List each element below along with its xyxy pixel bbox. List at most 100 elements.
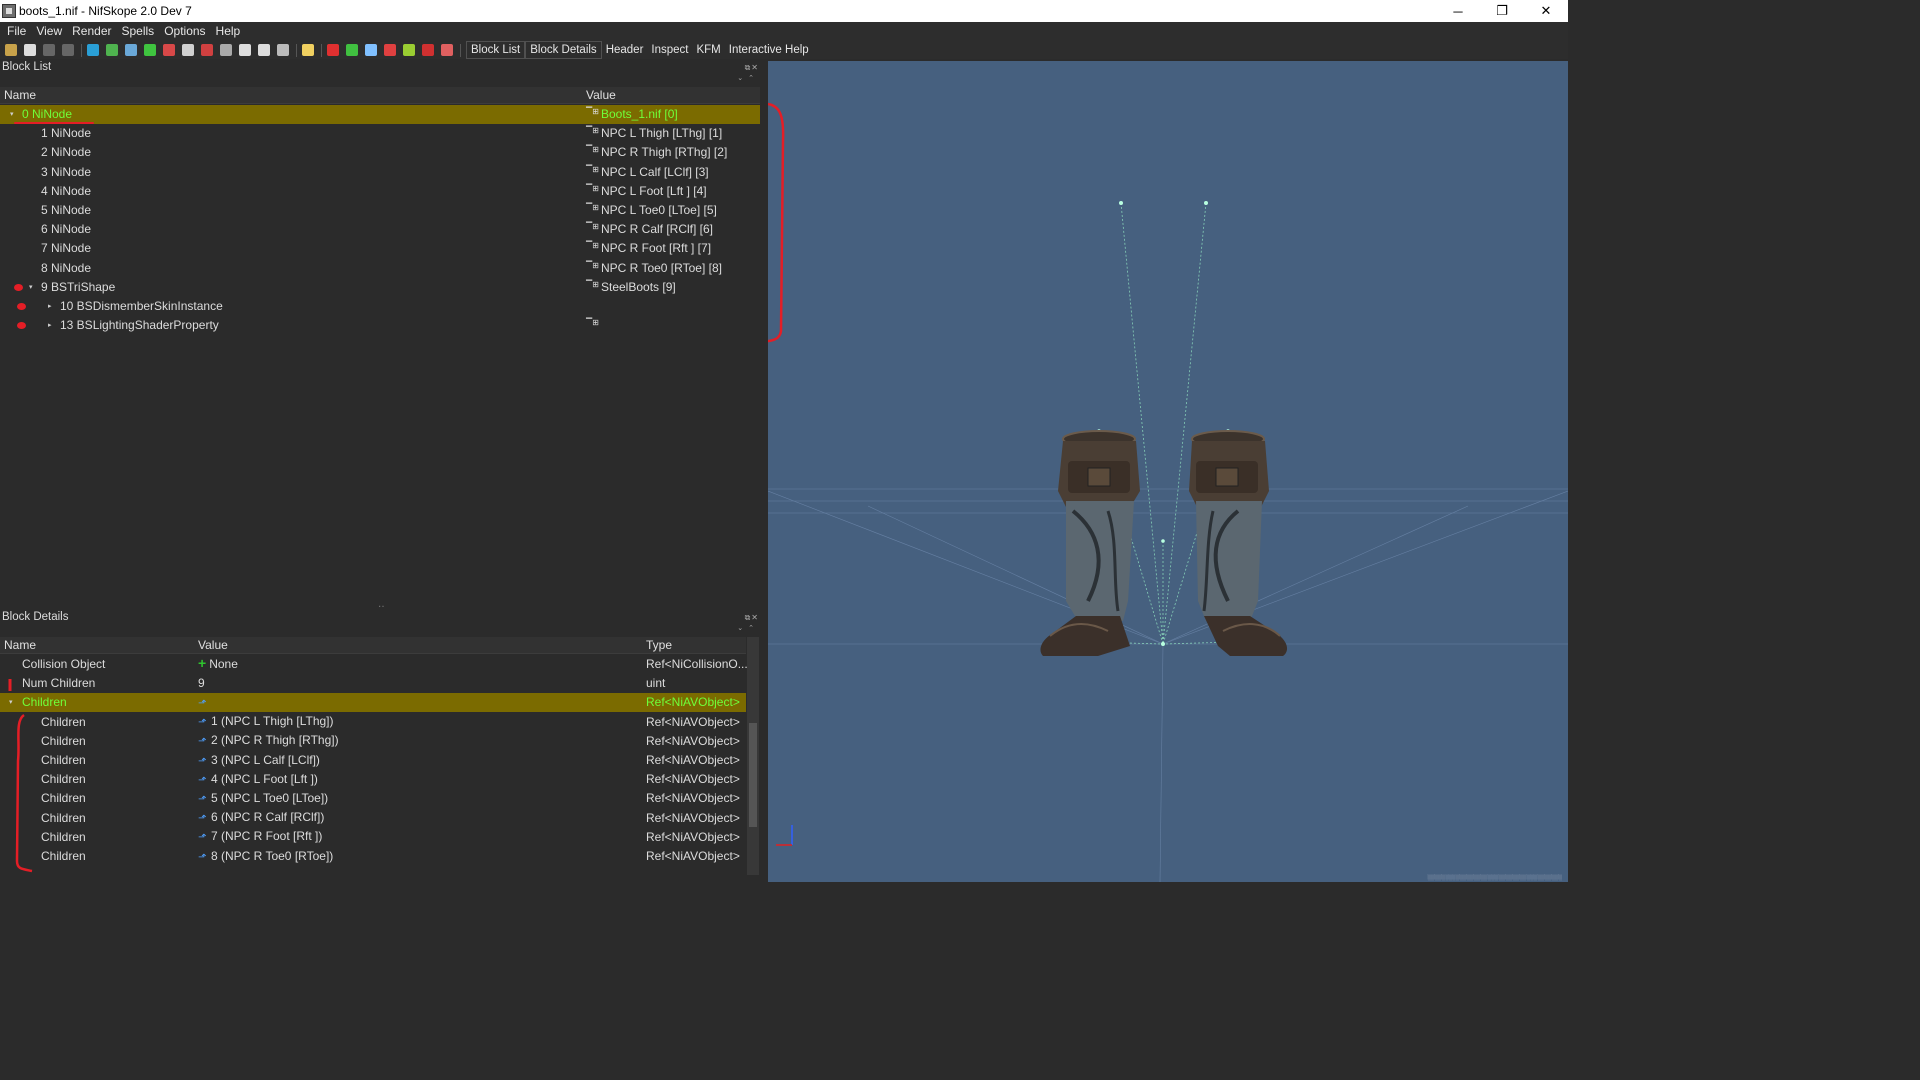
- block-list-row[interactable]: 3 NiNode ▔⊞ NPC L Calf [LClf] [3]: [0, 163, 760, 182]
- close-button[interactable]: ✕: [1524, 0, 1568, 22]
- detail-row[interactable]: Children ⬏ 4 (NPC L Foot [Lft ]) Ref<NiAVOb…: [0, 770, 746, 789]
- detail-row[interactable]: Children ⬏ 5 (NPC L Toe0 [LToe]) Ref<NiAVOb…: [0, 789, 746, 808]
- scrollbar-thumb[interactable]: [749, 723, 757, 827]
- block-list-row[interactable]: 6 NiNode ▔⊞ NPC R Calf [RClf] [6]: [0, 220, 760, 239]
- collapse-arrow-icon[interactable]: ▸: [48, 297, 52, 316]
- collapse-arrow-icon[interactable]: ▸: [48, 316, 52, 335]
- merge-icon[interactable]: [106, 44, 118, 56]
- redo-icon[interactable]: [62, 44, 74, 56]
- light-bulb-icon[interactable]: [302, 44, 314, 56]
- column-header-type[interactable]: Type: [646, 636, 672, 655]
- detail-value[interactable]: ⬏ 1 (NPC L Thigh [LThg]): [198, 712, 334, 732]
- block-list-row[interactable]: 5 NiNode ▔⊞ NPC L Toe0 [LToe] [5]: [0, 201, 760, 220]
- cube-icon[interactable]: [201, 44, 213, 56]
- block-list-row[interactable]: 7 NiNode ▔⊞ NPC R Foot [Rft ] [7]: [0, 239, 760, 258]
- detail-row[interactable]: Children ⬏ 1 (NPC L Thigh [LThg]) Ref<NiAVO…: [0, 713, 746, 732]
- open-icon[interactable]: [5, 44, 17, 56]
- block-details-scrollbar[interactable]: [747, 637, 759, 875]
- menu-render[interactable]: Render: [67, 22, 116, 41]
- panel-sort-icon[interactable]: ⌄⌃: [737, 74, 759, 82]
- detail-type: Ref<NiAVObject>: [646, 810, 740, 825]
- detail-row[interactable]: Num Children 9 uint: [0, 674, 746, 693]
- toolbar-inspect-button[interactable]: Inspect: [647, 42, 692, 58]
- eye-hidden-icon[interactable]: [258, 44, 270, 56]
- right-boot-mesh: [1189, 430, 1288, 656]
- detail-name: Children: [41, 810, 86, 825]
- column-header-name[interactable]: Name: [4, 86, 36, 105]
- detail-value[interactable]: ⬏ 2 (NPC R Thigh [RThg]): [198, 731, 339, 751]
- toolbar-header-button[interactable]: Header: [602, 42, 648, 58]
- panel-float-close-icon[interactable]: ⧉✕: [745, 63, 759, 73]
- detail-value[interactable]: ⬏ 3 (NPC L Calf [LClf]): [198, 751, 320, 771]
- undo-icon[interactable]: [43, 44, 55, 56]
- eraser-icon[interactable]: [441, 44, 453, 56]
- axes-icon[interactable]: [327, 44, 339, 56]
- block-list-row[interactable]: ▸ 10 BSDismemberSkinInstance: [0, 297, 760, 316]
- menu-file[interactable]: File: [0, 22, 31, 41]
- block-list-title: Block List: [2, 61, 52, 73]
- detail-name: Children: [41, 849, 86, 863]
- load-icon[interactable]: [87, 44, 99, 56]
- eye-icon[interactable]: [239, 44, 251, 56]
- block-list-row[interactable]: ▾ 0 NiNode ▔⊞ Boots_1.nif [0]: [0, 105, 760, 124]
- expand-arrow-icon[interactable]: ▾: [29, 278, 33, 297]
- minimize-button[interactable]: ─: [1436, 0, 1480, 22]
- detail-value[interactable]: ⬏: [198, 693, 211, 713]
- link-icon: ⬏: [198, 851, 207, 863]
- detail-row[interactable]: Children ⬏ 3 (NPC L Calf [LClf]) Ref<NiAVOb…: [0, 751, 746, 770]
- toolbar-block-details-button[interactable]: Block Details: [525, 41, 602, 59]
- add-icon[interactable]: +: [198, 656, 206, 670]
- sphere-icon[interactable]: [403, 44, 415, 56]
- block-list-row[interactable]: 8 NiNode ▔⊞ NPC R Toe0 [RToe] [8]: [0, 259, 760, 278]
- toolbar-block-list-button[interactable]: Block List: [466, 41, 526, 59]
- constraint-icon[interactable]: [384, 44, 396, 56]
- detail-value[interactable]: ⬏ 4 (NPC L Foot [Lft ]): [198, 770, 318, 790]
- menu-options[interactable]: Options: [159, 22, 210, 41]
- save-icon[interactable]: [24, 44, 36, 56]
- detail-row[interactable]: ▾ Children ⬏ Ref<NiAVObject>: [0, 693, 746, 713]
- detail-value[interactable]: ⬏ 5 (NPC L Toe0 [LToe]): [198, 789, 328, 809]
- menu-help[interactable]: Help: [211, 22, 246, 41]
- texture-icon[interactable]: [277, 44, 289, 56]
- splitter-handle[interactable]: ‥: [378, 599, 385, 610]
- restore-button[interactable]: ❐: [1480, 0, 1524, 22]
- toolbar-interactive-help-button[interactable]: Interactive Help: [725, 42, 813, 58]
- detail-value[interactable]: ⬏ 6 (NPC R Calf [RClf]): [198, 808, 324, 828]
- select-icon[interactable]: [182, 44, 194, 56]
- block-list-row[interactable]: ▸ 13 BSLightingShaderProperty ▔⊞: [0, 316, 760, 335]
- panel-sort-icon[interactable]: ⌄⌃: [737, 624, 759, 632]
- nodes-icon[interactable]: [220, 44, 232, 56]
- annotation-dot: [17, 303, 26, 310]
- view-front-icon[interactable]: [125, 44, 137, 56]
- vertex-icon[interactable]: [346, 44, 358, 56]
- block-list-row[interactable]: 1 NiNode ▔⊞ NPC L Thigh [LThg] [1]: [0, 124, 760, 143]
- menu-view[interactable]: View: [31, 22, 67, 41]
- detail-value[interactable]: ⬏ 7 (NPC R Foot [Rft ]): [198, 827, 322, 847]
- detail-value[interactable]: + None: [198, 655, 238, 674]
- scene-canvas[interactable]: [768, 61, 1568, 882]
- marker-icon[interactable]: [422, 44, 434, 56]
- block-list-row[interactable]: 4 NiNode ▔⊞ NPC L Foot [Lft ] [4]: [0, 182, 760, 201]
- detail-row[interactable]: Children ⬏ 7 (NPC R Foot [Rft ]) Ref<NiAVOb…: [0, 828, 746, 847]
- detail-type: Ref<NiAVObject>: [646, 695, 740, 710]
- block-name: 10 BSDismemberSkinInstance: [60, 299, 223, 313]
- toolbar-kfm-button[interactable]: KFM: [692, 42, 724, 58]
- detail-value[interactable]: 9: [198, 674, 205, 693]
- block-list-row[interactable]: 2 NiNode ▔⊞ NPC R Thigh [RThg] [2]: [0, 143, 760, 162]
- detail-row[interactable]: Children ⬏ 6 (NPC R Calf [RClf]) Ref<NiAVOb…: [0, 809, 746, 828]
- view-top-icon[interactable]: [163, 44, 175, 56]
- column-header-value[interactable]: Value: [586, 86, 616, 105]
- detail-row[interactable]: Collision Object + None Ref<NiCollisionO...: [0, 655, 748, 674]
- menu-spells[interactable]: Spells: [117, 22, 160, 41]
- normals-icon[interactable]: [365, 44, 377, 56]
- detail-value[interactable]: ⬏ 8 (NPC R Toe0 [RToe]): [198, 847, 333, 867]
- panel-float-close-icon[interactable]: ⧉✕: [745, 613, 759, 623]
- detail-row[interactable]: Children ⬏ 2 (NPC R Thigh [RThg]) Ref<NiAVO…: [0, 732, 746, 751]
- expand-arrow-icon[interactable]: ▾: [10, 105, 14, 124]
- view-side-icon[interactable]: [144, 44, 156, 56]
- render-viewport[interactable]: ░░░░░░░░░░░░░░░░░░░░░░░░░░░░░░░░░░░░░░: [768, 61, 1568, 882]
- block-list-row[interactable]: ▾ 9 BSTriShape ▔⊞ SteelBoots [9]: [0, 278, 760, 297]
- column-header-value[interactable]: Value: [198, 636, 228, 655]
- detail-row[interactable]: Children ⬏ 8 (NPC R Toe0 [RToe]) Ref<NiAVOb…: [0, 847, 746, 866]
- block-name: 1 NiNode: [41, 126, 92, 141]
